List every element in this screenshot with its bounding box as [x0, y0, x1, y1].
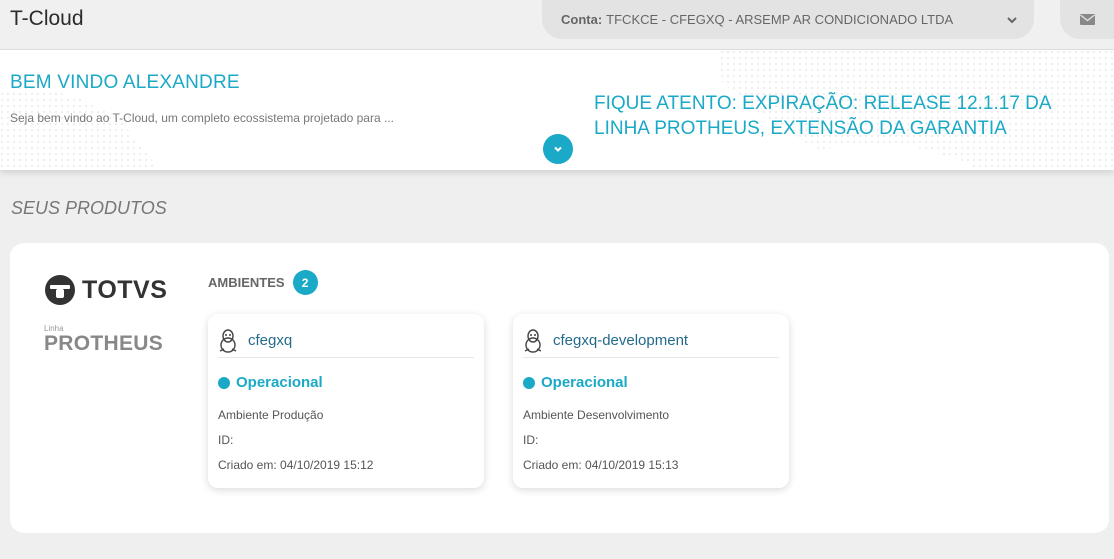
- environment-id: ID:: [523, 433, 539, 447]
- chevron-down-icon: [1007, 17, 1017, 24]
- account-label: Conta:: [561, 12, 603, 27]
- environments-count-badge: 2: [292, 270, 318, 295]
- environment-id: ID:: [218, 433, 234, 447]
- linux-tux-icon: [219, 328, 237, 353]
- environment-card[interactable]: cfegxq-development Operacional Ambiente …: [513, 314, 789, 488]
- totvs-wordmark: TOTVS: [82, 275, 168, 304]
- product-name: PROTHEUS: [44, 332, 164, 355]
- envelope-icon: [1079, 14, 1095, 25]
- totvs-logo-icon: [45, 275, 75, 305]
- environment-name[interactable]: cfegxq-development: [553, 332, 688, 349]
- welcome-banner: BEM VINDO ALEXANDRE Seja bem vindo ao T-…: [0, 50, 1114, 170]
- chevron-down-icon: [554, 146, 562, 152]
- totvs-logo: TOTVS: [44, 274, 167, 306]
- environment-status: Operacional: [523, 374, 628, 391]
- account-value: TFCKCE - CFEGXQ - ARSEMP AR CONDICIONADO…: [606, 12, 954, 27]
- environment-name[interactable]: cfegxq: [248, 332, 292, 349]
- status-dot: [218, 376, 230, 389]
- environment-status: Operacional: [218, 374, 323, 391]
- account-selector[interactable]: Conta: TFCKCE - CFEGXQ - ARSEMP AR CONDI…: [542, 0, 1034, 39]
- environments-label: AMBIENTES: [208, 275, 285, 290]
- environment-type: Ambiente Produção: [218, 408, 324, 422]
- environment-type: Ambiente Desenvolvimento: [523, 408, 670, 422]
- environment-created: Criado em: 04/10/2019 15:12: [218, 458, 374, 472]
- top-bar: T-Cloud Conta: TFCKCE - CFEGXQ - ARSEMP …: [0, 0, 1114, 50]
- linux-tux-icon: [524, 328, 542, 353]
- expand-banner-button[interactable]: [543, 134, 573, 164]
- environments-header: AMBIENTES 2: [208, 270, 318, 295]
- app-title: T-Cloud: [10, 7, 84, 30]
- environment-card[interactable]: cfegxq Operacional Ambiente Produção ID:…: [208, 314, 484, 488]
- welcome-text: Seja bem vindo ao T-Cloud, um completo e…: [10, 111, 394, 125]
- welcome-title: BEM VINDO ALEXANDRE: [10, 72, 240, 93]
- status-dot: [523, 376, 535, 389]
- notice-text[interactable]: FIQUE ATENTO: EXPIRAÇÃO: RELEASE 12.1.17…: [594, 91, 1094, 143]
- environment-name-row: cfegxq: [218, 324, 474, 358]
- status-text: Operacional: [541, 374, 628, 391]
- messages-button[interactable]: [1060, 0, 1114, 39]
- environment-name-row: cfegxq-development: [523, 324, 779, 358]
- product-card: TOTVS Linha PROTHEUS AMBIENTES 2 cfegxq …: [10, 243, 1109, 533]
- environment-created: Criado em: 04/10/2019 15:13: [523, 458, 679, 472]
- status-text: Operacional: [236, 374, 323, 391]
- section-title: SEUS PRODUTOS: [11, 198, 167, 218]
